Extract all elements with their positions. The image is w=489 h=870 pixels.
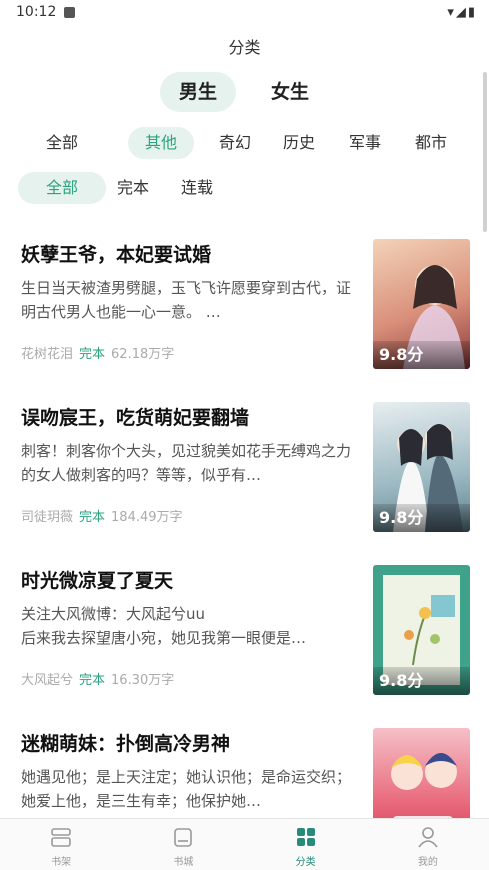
status-chip-finished[interactable]: 完本	[108, 172, 158, 204]
category-grid-icon	[296, 828, 315, 846]
book-item[interactable]: 妖孽王爷，本妃要试婚 生日当天被渣男劈腿，玉飞飞许愿要穿到古代，证明古代男人也能…	[0, 232, 489, 372]
status-time: 10:12	[16, 4, 57, 20]
category-chip-urban[interactable]: 都市	[406, 127, 456, 159]
status-bar: 10:12 ▾◢▮	[0, 0, 489, 26]
book-meta: 司徒玥薇 完本 184.49万字	[21, 506, 183, 525]
page-title: 分类	[228, 38, 261, 57]
book-item[interactable]: 时光微凉夏了夏天 关注大风微博：大风起兮uu 后来我去探望唐小宛，她见我第一眼便…	[0, 558, 489, 698]
gender-tabs: 男生 女生	[160, 72, 328, 114]
book-word-count: 184.49万字	[111, 510, 183, 525]
profile-icon	[418, 827, 438, 848]
book-author: 花树花泪	[21, 347, 74, 362]
sim-card-icon	[64, 7, 75, 18]
tab-label: 我的	[417, 857, 438, 868]
book-cover[interactable]: 9.8分	[373, 239, 470, 369]
book-title: 误吻宸王，吃货萌妃要翻墙	[21, 407, 250, 429]
book-score: 9.8分	[373, 504, 470, 532]
category-chip-other[interactable]: 其他	[128, 127, 194, 159]
category-chip-military[interactable]: 军事	[340, 127, 390, 159]
tab-bookstore[interactable]: 书城	[122, 819, 244, 870]
tab-label: 分类	[295, 857, 316, 868]
tab-label: 书城	[173, 857, 194, 868]
book-description: 关注大风微博：大风起兮uu 后来我去探望唐小宛，她见我第一眼便是…	[21, 605, 307, 647]
category-chip-all[interactable]: 全部	[18, 127, 106, 159]
book-cover[interactable]: 9.8分	[373, 565, 470, 695]
bottom-tab-bar: 书架 书城 分类 我的	[0, 818, 489, 870]
category-chip-fantasy[interactable]: 奇幻	[210, 127, 260, 159]
tab-label: 书架	[51, 857, 72, 868]
tab-female[interactable]: 女生	[252, 72, 328, 112]
book-meta: 大风起兮 完本 16.30万字	[21, 669, 174, 688]
book-description: 生日当天被渣男劈腿，玉飞飞许愿要穿到古代，证明古代男人也能一心一意。 …	[21, 279, 352, 321]
book-score: 9.8分	[373, 667, 470, 695]
status-chip-all[interactable]: 全部	[18, 172, 106, 204]
bookstore-icon	[174, 828, 193, 847]
book-status: 完本	[79, 673, 106, 688]
book-word-count: 16.30万字	[111, 673, 175, 688]
book-description: 她遇见他；是上天注定；她认识他；是命运交织；她爱上他，是三生有幸；他保护她…	[21, 768, 352, 810]
scrollbar[interactable]	[483, 72, 487, 232]
book-item[interactable]: 误吻宸王，吃货萌妃要翻墙 刺客！刺客你个大头，见过貌美如花手无缚鸡之力的女人做刺…	[0, 395, 489, 535]
status-chip-ongoing[interactable]: 连载	[172, 172, 222, 204]
book-description: 刺客！刺客你个大头，见过貌美如花手无缚鸡之力的女人做刺客的吗？等等，似乎有…	[21, 442, 352, 484]
tab-category[interactable]: 分类	[245, 819, 367, 870]
book-title: 妖孽王爷，本妃要试婚	[21, 244, 212, 266]
book-author: 司徒玥薇	[21, 510, 74, 525]
book-meta: 花树花泪 完本 62.18万字	[21, 343, 174, 362]
book-status: 完本	[79, 510, 106, 525]
book-title: 迷糊萌妹：扑倒高冷男神	[21, 733, 231, 755]
book-status: 完本	[79, 347, 106, 362]
category-filter-row: 全部 其他 奇幻 历史 军事 都市	[18, 127, 456, 159]
category-chip-history[interactable]: 历史	[274, 127, 324, 159]
signal-battery-icons: ▾◢▮	[447, 5, 477, 20]
book-cover[interactable]: 9.8分	[373, 402, 470, 532]
tab-male[interactable]: 男生	[160, 72, 236, 112]
tab-bookshelf[interactable]: 书架	[0, 819, 122, 870]
book-score: 9.8分	[373, 341, 470, 369]
book-author: 大风起兮	[21, 673, 74, 688]
bookshelf-icon	[51, 828, 71, 847]
tab-profile[interactable]: 我的	[367, 819, 489, 870]
status-filter-row: 全部 完本 连载	[18, 172, 222, 204]
book-word-count: 62.18万字	[111, 347, 175, 362]
book-title: 时光微凉夏了夏天	[21, 570, 174, 592]
